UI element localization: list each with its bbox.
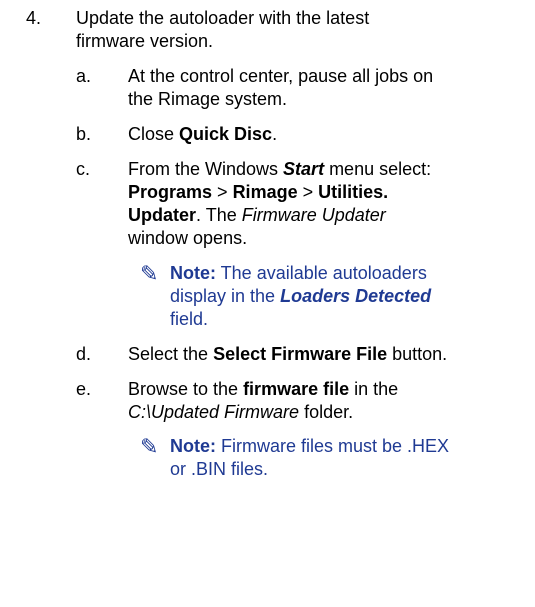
substep-c-line2: Programs > Rimage > Utilities. <box>128 181 431 204</box>
substep-a-line1: At the control center, pause all jobs on <box>128 66 434 86</box>
path-end: . <box>383 182 389 202</box>
note-1-line2: display in the Loaders Detected <box>170 285 431 308</box>
substep-e-l1-prefix: Browse to the <box>128 379 244 399</box>
note-label: Note: <box>170 436 216 456</box>
utilities-label: Utilities <box>318 182 384 202</box>
note-2: Note: Firmware files must be .HEX or .BI… <box>170 435 449 481</box>
loaders-detected-label: Loaders Detected <box>280 286 432 306</box>
substep-a-line2: the Rimage system. <box>128 89 288 109</box>
path-separator: > <box>297 182 319 202</box>
substep-e-l2-suffix: folder. <box>299 402 354 422</box>
substep-b-suffix: . <box>272 124 278 144</box>
substep-letter-e: e. <box>76 379 92 399</box>
path-separator: > <box>212 182 233 202</box>
start-menu-label: Start <box>283 159 325 179</box>
substep-e-line2: C:\Updated Firmware folder. <box>128 401 398 424</box>
step-4-text: Update the autoloader with the latest fi… <box>76 7 369 53</box>
firmware-file-label: firmware file <box>243 379 350 399</box>
firmware-updater-label: Firmware Updater <box>241 205 386 225</box>
quick-disc-label: Quick Disc <box>179 124 273 144</box>
programs-label: Programs <box>128 182 213 202</box>
note-1-line1: Note: The available autoloaders <box>170 262 431 285</box>
folder-path: C:\Updated Firmware <box>128 402 300 422</box>
note-1: Note: The available autoloaders display … <box>170 262 431 331</box>
substep-d-text: Select the Select Firmware File button. <box>128 343 447 366</box>
note-1-l2-prefix: display in the <box>170 286 281 306</box>
step-number: 4. <box>26 8 42 28</box>
substep-c-line1: From the Windows Start menu select: <box>128 158 431 181</box>
substep-a-text: At the control center, pause all jobs on… <box>128 65 433 111</box>
substep-c-line4: window opens. <box>128 228 248 248</box>
substep-c-l1-prefix: From the Windows <box>128 159 284 179</box>
step-4-line2: firmware version. <box>76 31 214 51</box>
substep-d-prefix: Select the <box>128 344 214 364</box>
substep-b-prefix: Close <box>128 124 180 144</box>
note-1-line3: field. <box>170 309 209 329</box>
substep-letter-a: a. <box>76 66 92 86</box>
substep-c-text: From the Windows Start menu select: Prog… <box>128 158 431 250</box>
substep-b-text: Close Quick Disc. <box>128 123 277 146</box>
substep-c-line3: Updater. The Firmware Updater <box>128 204 431 227</box>
note-2-line1: Note: Firmware files must be .HEX <box>170 435 449 458</box>
step-4-line1: Update the autoloader with the latest <box>76 8 370 28</box>
pencil-icon: ✎ <box>140 434 159 459</box>
substep-e-line1: Browse to the firmware file in the <box>128 378 398 401</box>
substep-e-text: Browse to the firmware file in the C:\Up… <box>128 378 398 424</box>
substep-c-l3-text: . The <box>196 205 242 225</box>
note-2-l1-rest: Firmware files must be .HEX <box>216 436 450 456</box>
rimage-label: Rimage <box>232 182 298 202</box>
pencil-icon: ✎ <box>140 261 159 286</box>
substep-letter-c: c. <box>76 159 91 179</box>
substep-e-l1-suffix: in the <box>349 379 399 399</box>
substep-d-suffix: button. <box>387 344 448 364</box>
select-firmware-file-label: Select Firmware File <box>213 344 388 364</box>
note-2-line2: or .BIN files. <box>170 459 269 479</box>
substep-letter-d: d. <box>76 344 92 364</box>
note-label: Note: <box>170 263 216 283</box>
substep-letter-b: b. <box>76 124 92 144</box>
substep-c-l1-suffix: menu select: <box>324 159 432 179</box>
note-1-l1-rest: The available autoloaders <box>216 263 427 283</box>
updater-label: Updater <box>128 205 197 225</box>
